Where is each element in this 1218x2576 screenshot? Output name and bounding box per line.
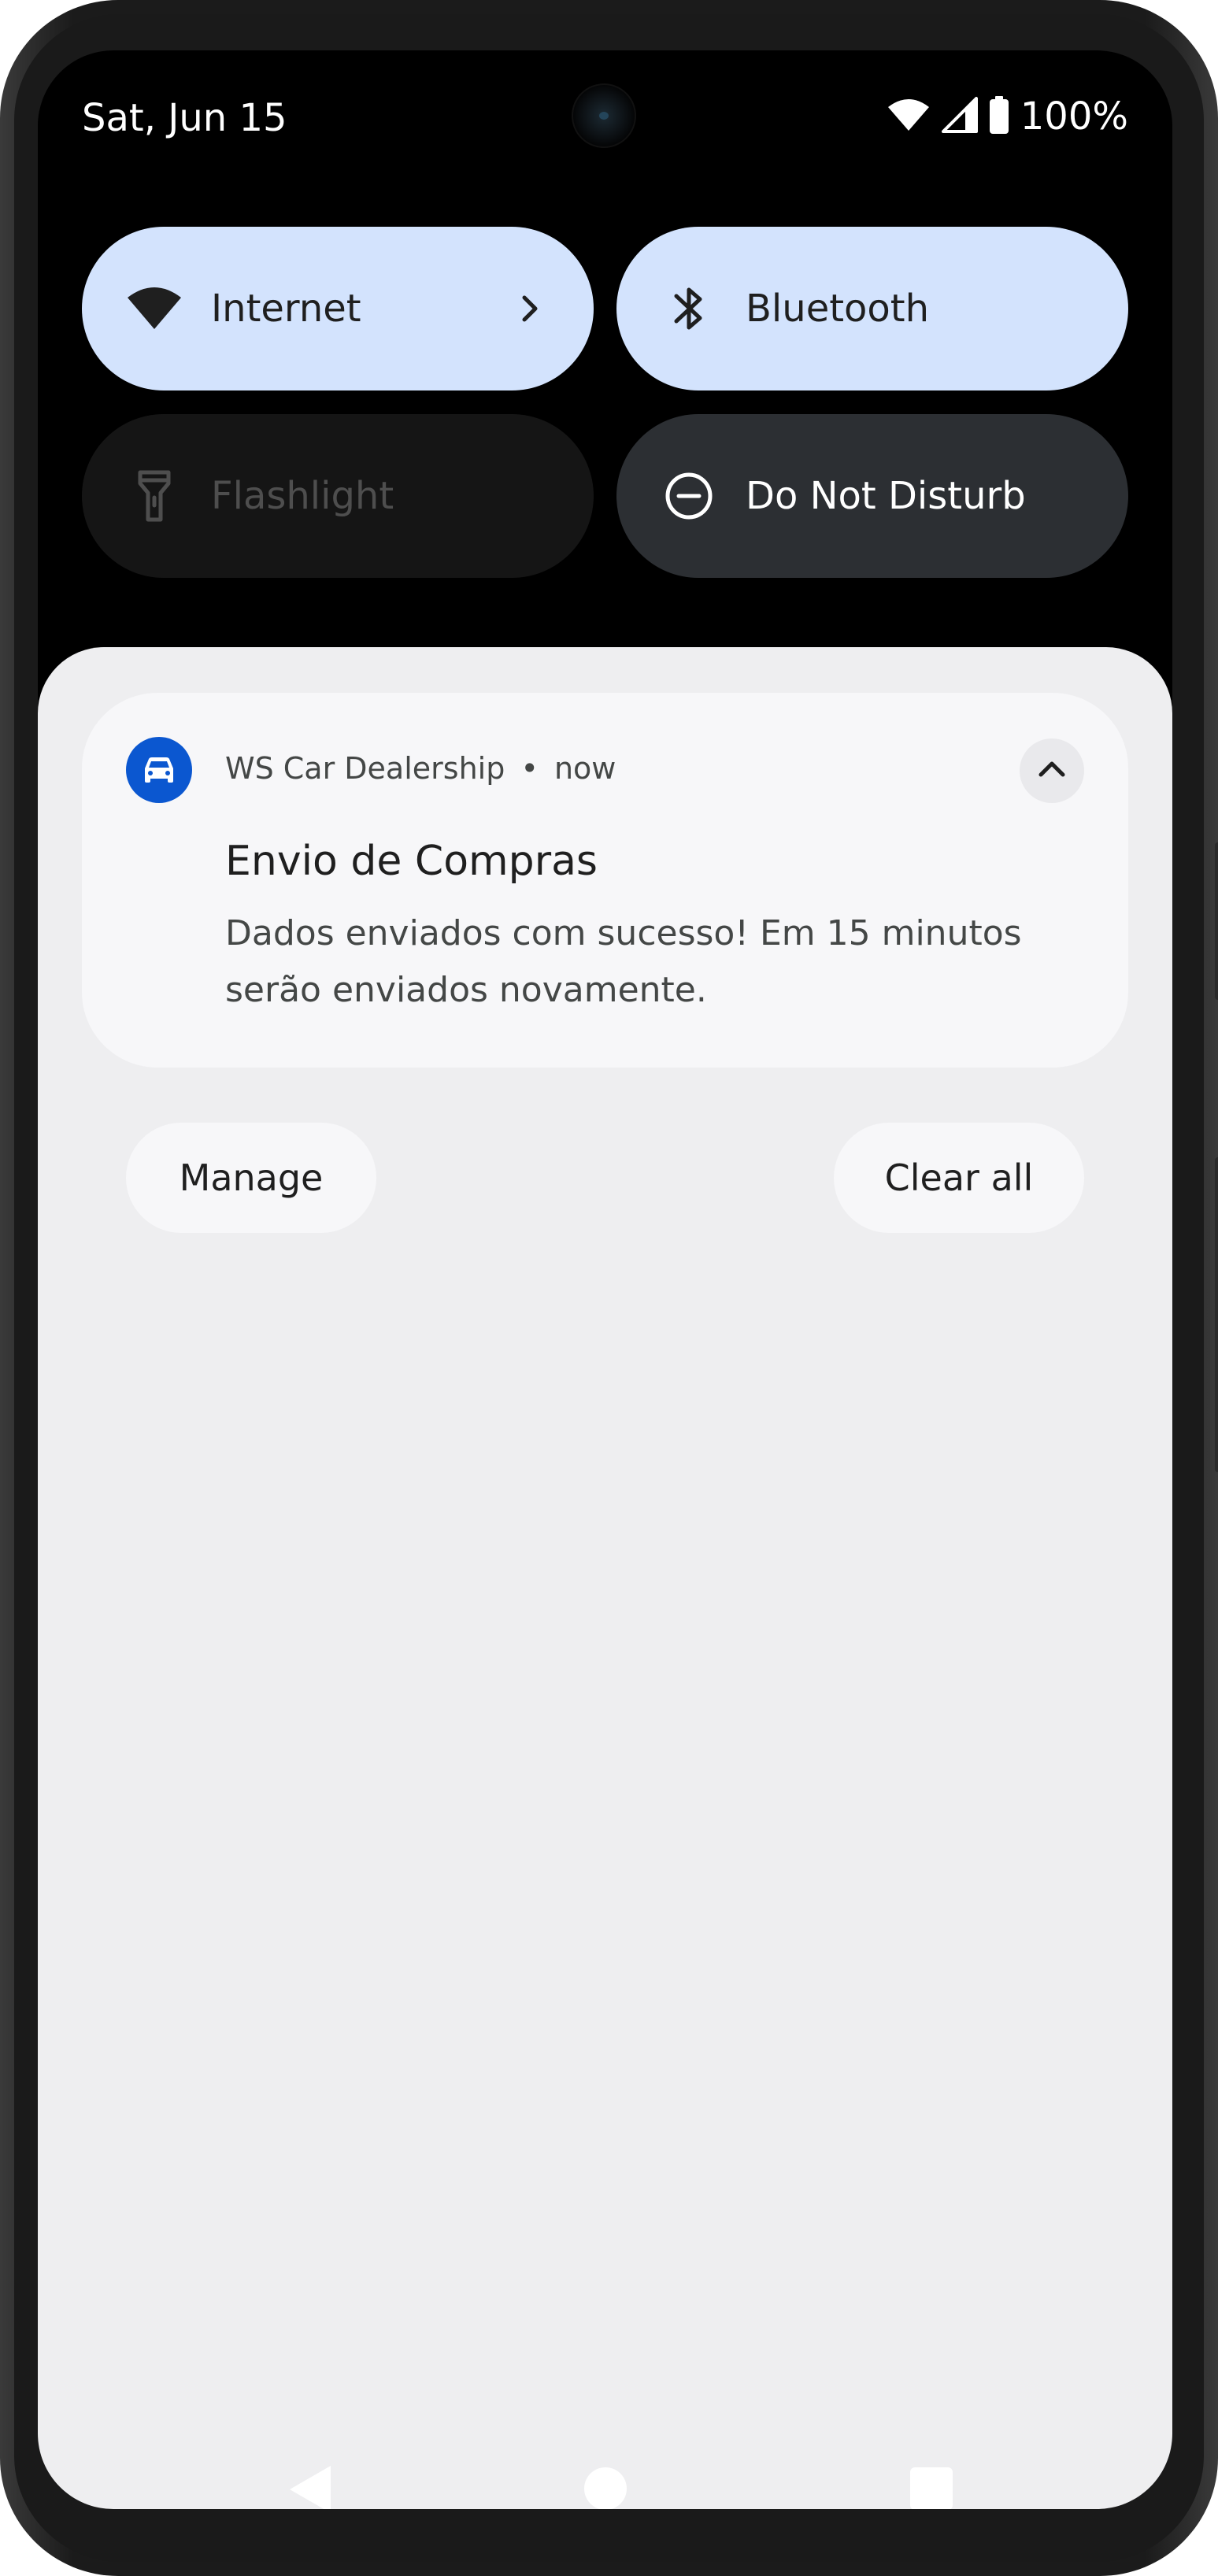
volume-button [1215,1157,1218,1472]
wifi-icon [126,280,183,337]
manage-button[interactable]: Manage [126,1123,376,1233]
bluetooth-icon [661,280,717,337]
battery-icon [989,95,1009,138]
notification-time: now [553,751,616,786]
tile-flashlight-label: Flashlight [211,474,394,518]
notification-body: Dados enviados com sucesso! Em 15 minuto… [225,913,1022,1010]
clear-all-button[interactable]: Clear all [834,1123,1084,1233]
tile-internet[interactable]: Internet [82,227,594,390]
tile-flashlight[interactable]: Flashlight [82,414,594,578]
battery-percent: 100% [1020,94,1128,139]
notification-app-name: WS Car Dealership [225,751,505,786]
tile-internet-label: Internet [211,287,361,331]
status-date: Sat, Jun 15 [82,96,287,140]
notification-shade: WS Car Dealership • now Envio de Compras… [38,647,1172,2509]
tile-bluetooth[interactable]: Bluetooth [616,227,1128,390]
notification-separator: • [520,751,539,786]
notification-header: WS Car Dealership • now [225,751,616,786]
do-not-disturb-icon [661,468,717,524]
tile-do-not-disturb[interactable]: Do Not Disturb [616,414,1128,578]
flashlight-icon [126,468,183,524]
power-button [1215,842,1218,1000]
tile-do-not-disturb-label: Do Not Disturb [746,474,1026,518]
recents-icon[interactable] [910,2467,953,2509]
phone-frame: Sat, Jun 15 100% Internet Bluetooth Flas… [0,0,1218,2576]
front-camera [572,83,636,148]
chevron-right-icon [504,283,554,334]
car-icon [126,737,192,803]
notification-title: Envio de Compras [225,838,598,885]
screen: Sat, Jun 15 100% Internet Bluetooth Flas… [38,50,1172,2509]
wifi-icon [887,98,931,136]
back-icon[interactable] [290,2466,331,2509]
status-icons: 100% [887,94,1128,139]
tile-bluetooth-label: Bluetooth [746,287,930,331]
collapse-notification-button[interactable] [1020,738,1084,803]
notification-card[interactable]: WS Car Dealership • now Envio de Compras… [82,693,1128,1068]
cell-signal-icon [941,96,978,137]
home-icon[interactable] [584,2467,627,2509]
chevron-up-icon [1031,749,1072,794]
